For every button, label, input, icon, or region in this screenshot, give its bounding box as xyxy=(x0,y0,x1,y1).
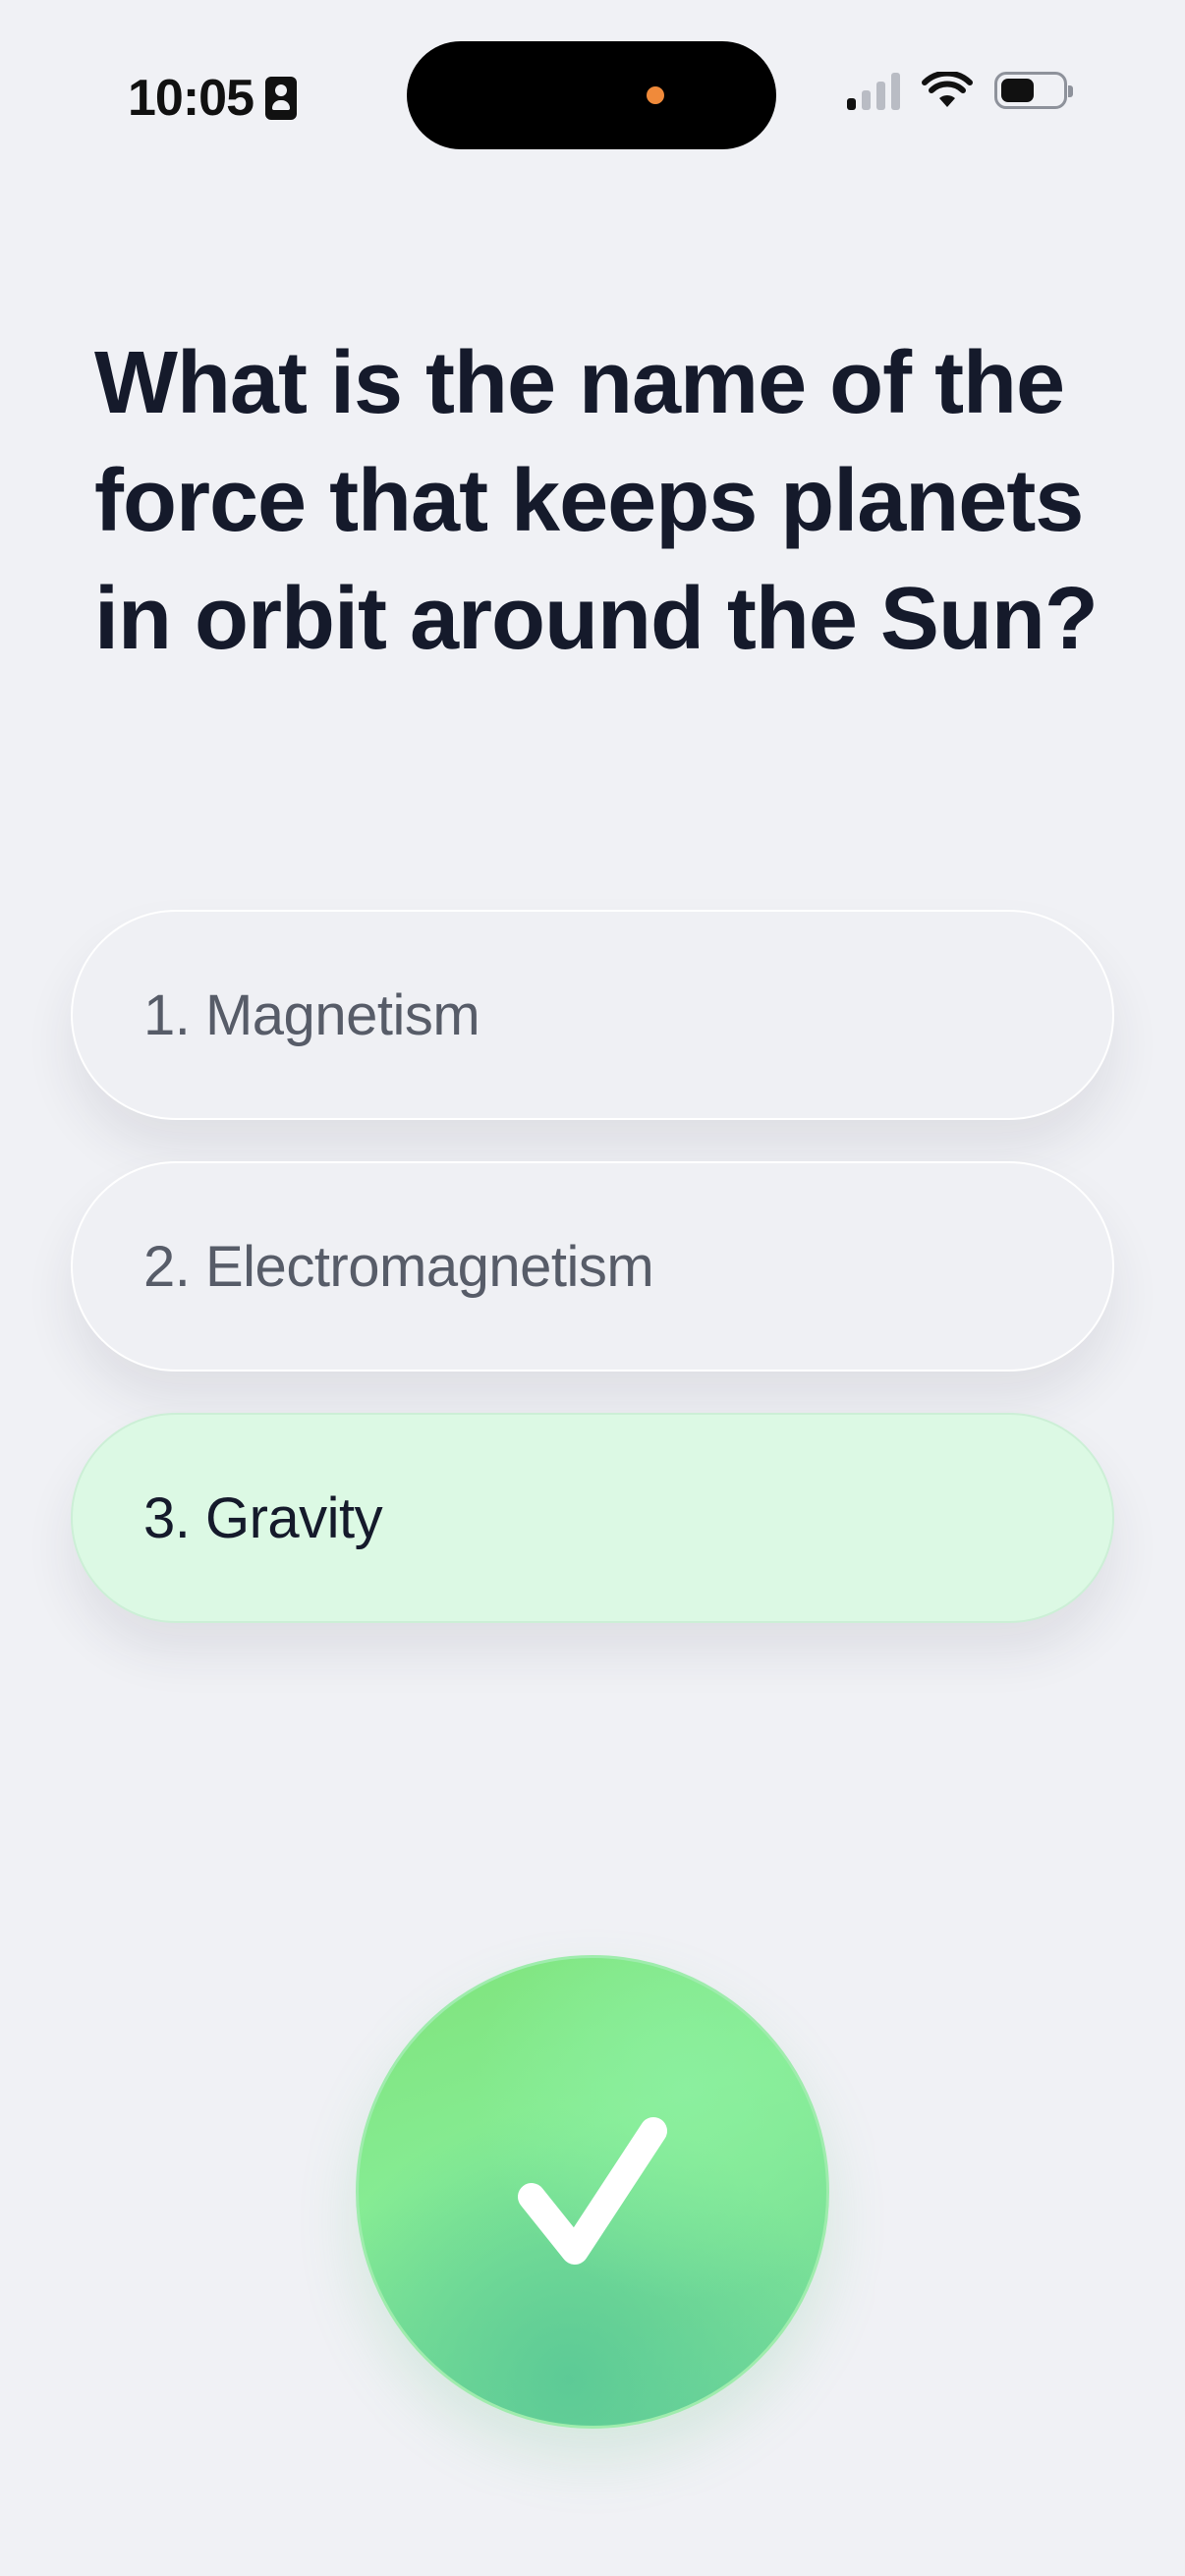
question-text: What is the name of the force that keeps… xyxy=(94,334,1099,668)
status-indicators xyxy=(847,71,1073,110)
option-electromagnetism[interactable]: 2. Electromagnetism xyxy=(71,1161,1114,1372)
wifi-icon xyxy=(922,72,973,109)
dynamic-island xyxy=(407,41,776,149)
signal-icon xyxy=(847,71,900,110)
time-group: 10:05 xyxy=(128,69,297,128)
battery-icon xyxy=(994,72,1073,109)
confirm-answer-button[interactable] xyxy=(356,1955,829,2429)
battery-fill xyxy=(1001,79,1034,102)
option-gravity[interactable]: 3. Gravity xyxy=(71,1413,1114,1623)
camera-indicator-icon xyxy=(647,86,664,104)
checkmark-icon xyxy=(494,2094,691,2290)
option-magnetism[interactable]: 1. Magnetism xyxy=(71,910,1114,1120)
status-bar: 10:05 xyxy=(0,0,1185,187)
status-time: 10:05 xyxy=(128,70,254,127)
id-badge-icon xyxy=(265,77,297,120)
